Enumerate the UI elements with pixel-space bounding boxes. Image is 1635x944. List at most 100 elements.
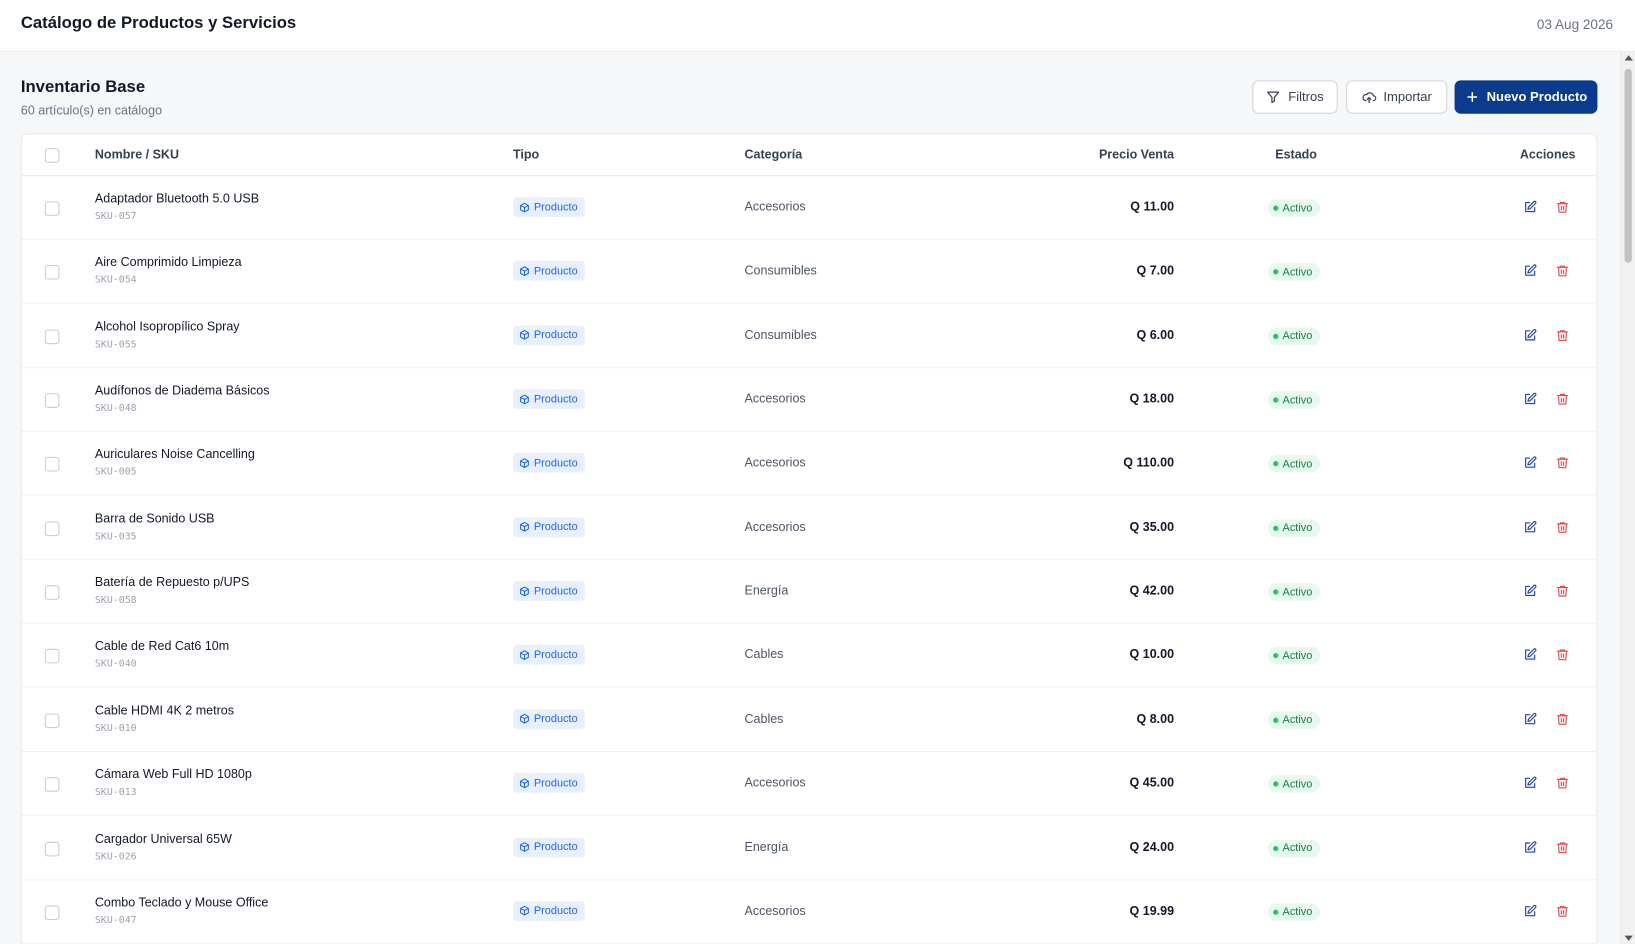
type-label: Producto xyxy=(533,328,578,342)
row-checkbox[interactable] xyxy=(44,329,60,344)
status-label: Activo xyxy=(1282,777,1313,791)
product-category: Consumibles xyxy=(744,263,817,278)
import-button[interactable]: Importar xyxy=(1346,80,1448,114)
product-sku: SKU-055 xyxy=(94,338,137,351)
status-badge: Activo xyxy=(1267,455,1320,473)
row-checkbox[interactable] xyxy=(44,905,60,920)
scrollbar-thumb[interactable] xyxy=(1624,68,1632,263)
table-row[interactable]: Cable de Red Cat6 10m SKU-040 Producto Cabl… xyxy=(21,624,1597,688)
trash-icon[interactable] xyxy=(1556,648,1570,662)
edit-icon[interactable] xyxy=(1523,776,1537,790)
edit-icon[interactable] xyxy=(1523,200,1537,214)
trash-icon[interactable] xyxy=(1556,328,1570,342)
filters-button[interactable]: Filtros xyxy=(1252,80,1338,114)
row-checkbox[interactable] xyxy=(44,777,60,792)
column-price[interactable]: Precio Venta xyxy=(1099,147,1174,162)
type-label: Producto xyxy=(533,904,578,918)
row-checkbox[interactable] xyxy=(44,393,60,408)
status-badge: Activo xyxy=(1267,391,1320,409)
type-badge: Producto xyxy=(513,901,585,921)
product-sku: SKU-040 xyxy=(94,658,137,671)
column-status[interactable]: Estado xyxy=(1275,147,1317,162)
current-date: 03 Aug 2026 xyxy=(1536,16,1614,33)
trash-icon[interactable] xyxy=(1556,520,1570,534)
trash-icon[interactable] xyxy=(1556,392,1570,406)
table-row[interactable]: Cargador Universal 65W SKU-026 Producto Ene… xyxy=(21,816,1597,880)
type-label: Producto xyxy=(533,648,578,662)
status-label: Activo xyxy=(1282,457,1313,471)
table-row[interactable]: Audífonos de Diadema Básicos SKU-048 Produ… xyxy=(21,368,1597,432)
vertical-scrollbar[interactable] xyxy=(1620,52,1635,944)
status-label: Activo xyxy=(1282,585,1313,599)
type-badge: Producto xyxy=(513,389,585,409)
trash-icon[interactable] xyxy=(1556,904,1570,918)
product-sku: SKU-058 xyxy=(94,594,137,607)
product-price: Q 6.00 xyxy=(1136,327,1175,342)
edit-icon[interactable] xyxy=(1523,840,1537,854)
row-checkbox[interactable] xyxy=(44,585,60,600)
row-checkbox[interactable] xyxy=(44,841,60,856)
new-product-button[interactable]: Nuevo Producto xyxy=(1454,80,1598,114)
edit-icon[interactable] xyxy=(1523,520,1537,534)
table-row[interactable]: Auriculares Noise Cancelling SKU-005 Produ… xyxy=(21,432,1597,496)
row-checkbox[interactable] xyxy=(44,521,60,536)
edit-icon[interactable] xyxy=(1523,264,1537,278)
table-row[interactable]: Cable HDMI 4K 2 metros SKU-010 Producto Cab… xyxy=(21,688,1597,752)
status-badge: Activo xyxy=(1267,903,1320,921)
table-row[interactable]: Aire Comprimido Limpieza SKU-054 Producto C… xyxy=(21,240,1597,304)
table-row[interactable]: Batería de Repuesto p/UPS SKU-058 Producto… xyxy=(21,560,1597,624)
table-row[interactable]: Cámara Web Full HD 1080p SKU-013 Producto A… xyxy=(21,752,1597,816)
product-sku: SKU-026 xyxy=(94,850,137,863)
status-badge: Activo xyxy=(1267,839,1320,857)
column-type[interactable]: Tipo xyxy=(513,147,539,162)
table-row[interactable]: Combo Teclado y Mouse Office SKU-047 Produ… xyxy=(21,880,1597,944)
row-checkbox[interactable] xyxy=(44,457,60,472)
status-dot xyxy=(1273,909,1279,915)
product-sku: SKU-047 xyxy=(94,914,137,927)
edit-icon[interactable] xyxy=(1523,456,1537,470)
edit-icon[interactable] xyxy=(1523,328,1537,342)
row-checkbox[interactable] xyxy=(44,265,60,280)
status-label: Activo xyxy=(1282,649,1313,663)
status-dot xyxy=(1273,397,1279,403)
product-name: Cable de Red Cat6 10m xyxy=(94,638,230,654)
edit-icon[interactable] xyxy=(1523,392,1537,406)
type-badge: Producto xyxy=(513,325,585,345)
trash-icon[interactable] xyxy=(1556,584,1570,598)
scroll-down-arrow[interactable] xyxy=(1624,935,1633,941)
product-sku: SKU-035 xyxy=(94,530,137,543)
product-price: Q 110.00 xyxy=(1123,455,1175,470)
edit-icon[interactable] xyxy=(1523,648,1537,662)
table-row[interactable]: Adaptador Bluetooth 5.0 USB SKU-057 Produc… xyxy=(21,176,1597,240)
scroll-up-arrow[interactable] xyxy=(1624,55,1633,61)
row-checkbox[interactable] xyxy=(44,201,60,216)
trash-icon[interactable] xyxy=(1556,776,1570,790)
status-badge: Activo xyxy=(1267,263,1320,281)
edit-icon[interactable] xyxy=(1523,712,1537,726)
table-row[interactable]: Barra de Sonido USB SKU-035 Producto Acceso… xyxy=(21,496,1597,560)
product-price: Q 42.00 xyxy=(1129,583,1175,598)
product-category: Energía xyxy=(744,583,789,598)
upload-cloud-icon xyxy=(1362,92,1377,104)
import-label: Importar xyxy=(1383,89,1432,105)
product-category: Accesorios xyxy=(744,199,806,214)
trash-icon[interactable] xyxy=(1556,456,1570,470)
product-sku: SKU-005 xyxy=(94,466,137,479)
trash-icon[interactable] xyxy=(1556,264,1570,278)
column-name[interactable]: Nombre / SKU xyxy=(95,147,179,162)
table-row[interactable]: Alcohol Isopropílico Spray SKU-055 Product… xyxy=(21,304,1597,368)
select-all-checkbox[interactable] xyxy=(44,148,60,163)
trash-icon[interactable] xyxy=(1556,200,1570,214)
row-checkbox[interactable] xyxy=(44,713,60,728)
box-icon xyxy=(520,394,529,404)
edit-icon[interactable] xyxy=(1523,584,1537,598)
status-dot xyxy=(1273,589,1279,595)
trash-icon[interactable] xyxy=(1556,840,1570,854)
column-category[interactable]: Categoría xyxy=(744,147,802,162)
trash-icon[interactable] xyxy=(1556,712,1570,726)
item-count: 60 artículo(s) en catálogo xyxy=(20,103,163,118)
row-checkbox[interactable] xyxy=(44,649,60,664)
type-label: Producto xyxy=(533,840,578,854)
filters-label: Filtros xyxy=(1288,89,1324,105)
edit-icon[interactable] xyxy=(1523,904,1537,918)
